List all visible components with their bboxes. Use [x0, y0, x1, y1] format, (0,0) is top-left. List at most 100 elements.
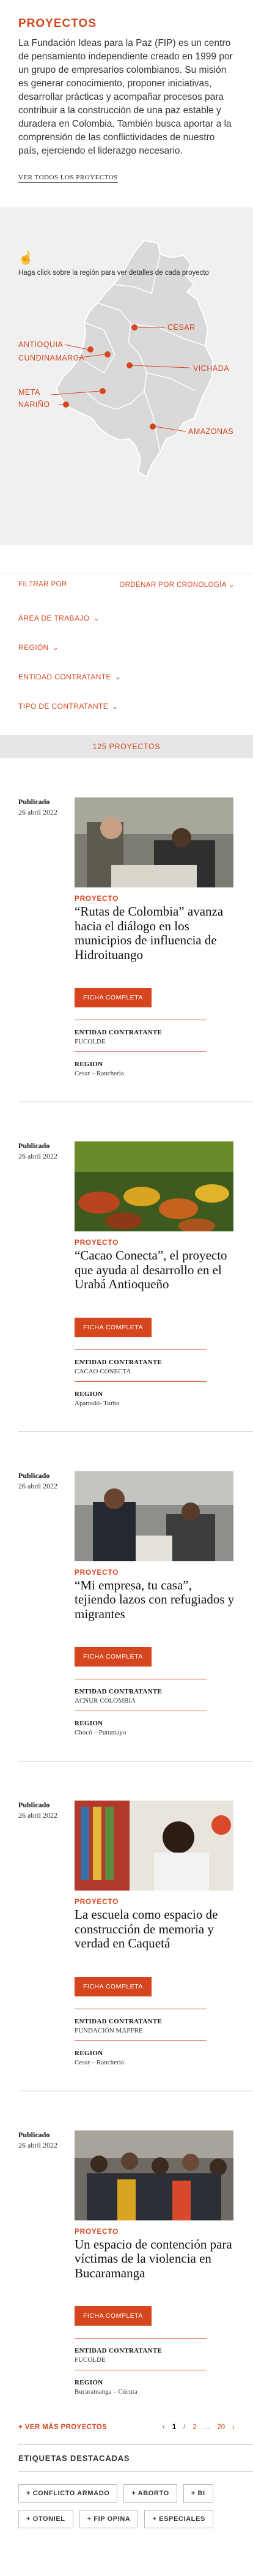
project-title[interactable]: “Mi empresa, tu casa”, tejiendo lazos co…: [75, 1578, 235, 1622]
published-label: Publicado: [18, 1801, 50, 1810]
chevron-down-icon: ⌄: [228, 581, 235, 589]
tag-especiales[interactable]: + ESPECIALES: [144, 2510, 213, 2529]
next-page-icon[interactable]: ›: [232, 2424, 235, 2431]
facet-label: REGIÓN: [18, 643, 49, 652]
chevron-down-icon: ⌄: [93, 614, 100, 622]
entity-value: ACNUR COLOMBIA: [75, 1697, 136, 1705]
tags-heading: ETIQUETAS DESTACADAS: [18, 2444, 253, 2473]
region-label: REGION: [75, 1720, 103, 1728]
facet-label: ÁREA DE TRABAJO: [18, 614, 90, 622]
entity-value: FUCOLDE: [75, 2356, 106, 2364]
prev-page-icon[interactable]: ‹: [163, 2424, 165, 2431]
entity-value: FUNDACIÓN MAPFRE: [75, 2026, 143, 2034]
project-kicker: PROYECTO: [75, 1897, 119, 1906]
tag-label: CONFLICTO ARMADO: [32, 2490, 110, 2498]
region-cesar[interactable]: CESAR: [167, 323, 196, 332]
tag-row: + OTONIEL + FIP OPINA + ESPECIALES: [18, 2510, 253, 2529]
project-photo[interactable]: [75, 1471, 233, 1561]
region-amazonas[interactable]: AMAZONAS: [188, 427, 233, 436]
published-label: Publicado: [18, 1141, 50, 1151]
page-separator: /: [183, 2424, 186, 2432]
project-title[interactable]: Un espacio de contención para víctimas d…: [75, 2237, 235, 2281]
pagination: + VER MÁS PROYECTOS ‹ 1 / 2 ... 20 ›: [0, 2420, 253, 2435]
full-sheet-button[interactable]: FICHA COMPLETA: [75, 2306, 152, 2326]
facet-entidad-contratante[interactable]: ENTIDAD CONTRATANTE ⌄: [18, 666, 235, 687]
sort-chronology-button[interactable]: ORDENAR POR CRONOLOGÍA ⌄: [119, 580, 235, 589]
region-meta[interactable]: META: [18, 388, 40, 397]
region-narino[interactable]: NARIÑO: [18, 400, 50, 409]
facet-label: TIPO DE CONTRATANTE: [18, 702, 109, 711]
tag-label: OTONIEL: [32, 2515, 65, 2523]
project-card: Publicado 26 abril 2022 PROYECTO La escu…: [0, 1761, 253, 2066]
entity-label: ENTIDAD CONTRATANTE: [75, 1029, 163, 1037]
region-label: REGION: [75, 2379, 103, 2387]
page-title: PROYECTOS: [18, 17, 97, 30]
project-photo[interactable]: [75, 797, 233, 887]
facet-tipo-contratante[interactable]: TIPO DE CONTRATANTE ⌄: [18, 696, 235, 717]
full-sheet-button[interactable]: FICHA COMPLETA: [75, 1976, 152, 1996]
tag-label: ESPECIALES: [159, 2515, 205, 2523]
project-title[interactable]: La escuela como espacio de construcción …: [75, 1907, 235, 1951]
chevron-down-icon: ⌄: [112, 702, 119, 711]
entity-label: ENTIDAD CONTRATANTE: [75, 1358, 163, 1366]
region-map: ☝ Haga click sobre la región para ver de…: [0, 207, 253, 545]
full-sheet-button[interactable]: FICHA COMPLETA: [75, 988, 152, 1008]
see-more-projects-link[interactable]: + VER MÁS PROYECTOS: [18, 2424, 107, 2431]
region-label: REGION: [75, 1390, 103, 1398]
page-last[interactable]: 20: [217, 2424, 225, 2431]
intro-section: PROYECTOS La Fundación Ideas para la Paz…: [0, 0, 253, 207]
region-value: Apartadó- Turbo: [75, 1399, 120, 1407]
facet-region[interactable]: REGIÓN ⌄: [18, 637, 235, 658]
project-card: Publicado 26 abril 2022 PROYECTO “Cacao …: [0, 1102, 253, 1407]
region-antioquia[interactable]: ANTIOQUIA: [18, 340, 63, 349]
tag-bi[interactable]: + BI: [183, 2484, 213, 2503]
divider: [75, 2040, 207, 2041]
featured-tags: ETIQUETAS DESTACADAS + CONFLICTO ARMADO …: [0, 2444, 253, 2553]
project-photo[interactable]: [75, 1801, 233, 1891]
entity-value: FUCOLDE: [75, 1038, 106, 1046]
published-date: 26 abril 2022: [18, 1811, 57, 1820]
published-date: 26 abril 2022: [18, 2140, 57, 2149]
tag-row: + CONFLICTO ARMADO + ABORTO + BI: [18, 2484, 253, 2503]
facet-list: ÁREA DE TRABAJO ⌄ REGIÓN ⌄ ENTIDAD CONTRAT…: [0, 594, 253, 730]
region-vichada[interactable]: VICHADA: [193, 364, 229, 373]
tag-otoniel[interactable]: + OTONIEL: [18, 2510, 73, 2529]
project-photo[interactable]: [75, 1141, 233, 1232]
region-value: Chocó – Putumayo: [75, 1729, 127, 1737]
full-sheet-button[interactable]: FICHA COMPLETA: [75, 1647, 152, 1667]
project-card: Publicado 26 abril 2022 PROYECTO “Mi emp…: [0, 1432, 253, 1737]
tag-aborto[interactable]: + ABORTO: [123, 2484, 177, 2503]
tag-conflicto-armado[interactable]: + CONFLICTO ARMADO: [18, 2484, 118, 2503]
tag-label: FIP OPINA: [94, 2515, 131, 2523]
project-count: 125 PROYECTOS: [0, 735, 253, 758]
published-date: 26 abril 2022: [18, 1481, 57, 1490]
sort-label: ORDENAR POR CRONOLOGÍA: [119, 581, 227, 589]
see-more-label: VER MÁS PROYECTOS: [24, 2424, 108, 2432]
published-label: Publicado: [18, 2130, 50, 2139]
project-title[interactable]: “Rutas de Colombia” avanza hacia el diál…: [75, 904, 235, 962]
filter-by-button[interactable]: FILTRAR POR: [18, 581, 67, 588]
facet-area-trabajo[interactable]: ÁREA DE TRABAJO ⌄: [18, 608, 235, 629]
page-2[interactable]: 2: [193, 2424, 196, 2431]
published-label: Publicado: [18, 1471, 50, 1480]
all-projects-link[interactable]: VER TODOS LOS PROYECTOS: [18, 174, 118, 183]
project-card: Publicado 26 abril 2022 PROYECTO “Rutas …: [0, 758, 253, 1077]
divider: [75, 1381, 207, 1382]
published-label: Publicado: [18, 797, 50, 806]
tag-fip-opina[interactable]: + FIP OPINA: [79, 2510, 139, 2529]
page-current: 1: [172, 2424, 177, 2432]
region-value: Cesar – Rancheria: [75, 2058, 124, 2066]
project-kicker: PROYECTO: [75, 894, 119, 903]
region-label: REGION: [75, 1061, 103, 1069]
tag-label: BI: [197, 2490, 205, 2498]
project-card: Publicado 26 abril 2022 PROYECTO Un espa…: [0, 2091, 253, 2396]
project-photo[interactable]: [75, 2130, 233, 2220]
full-sheet-button[interactable]: FICHA COMPLETA: [75, 1317, 152, 1337]
published-date: 26 abril 2022: [18, 808, 57, 816]
page-list: ‹ 1 / 2 ... 20 ›: [163, 2424, 235, 2431]
region-value: Cesar – Rancheria: [75, 1070, 124, 1078]
region-cundinamarca[interactable]: CUNDINAMARCA: [18, 354, 84, 362]
project-kicker: PROYECTO: [75, 2227, 119, 2236]
project-title[interactable]: “Cacao Conecta”, el proyecto que ayuda a…: [75, 1248, 235, 1292]
region-value: Bucaramanga – Cúcuta: [75, 2388, 138, 2396]
